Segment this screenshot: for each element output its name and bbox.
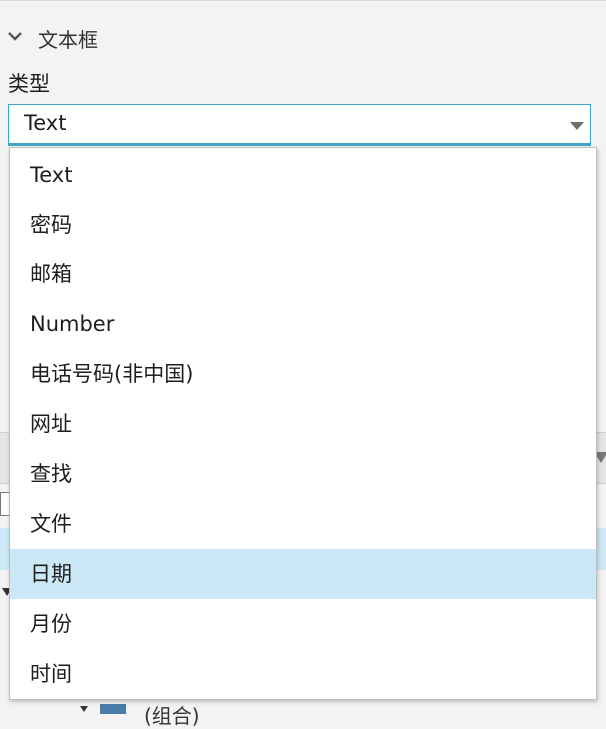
folder-icon (100, 704, 126, 714)
dropdown-arrow-icon[interactable] (570, 122, 584, 130)
option-email[interactable]: 邮箱 (10, 249, 596, 299)
option-date[interactable]: 日期 (10, 549, 596, 599)
option-time[interactable]: 时间 (10, 649, 596, 699)
option-text[interactable]: Text (10, 150, 596, 200)
section-title: 文本框 (38, 28, 98, 52)
group-expand-caret-icon[interactable] (80, 706, 88, 712)
type-dropdown-list[interactable]: Text 密码 邮箱 Number 电话号码(非中国) 网址 查找 文件 日期 … (9, 147, 597, 700)
option-phone[interactable]: 电话号码(非中国) (10, 349, 596, 399)
section-header-textbox[interactable]: 文本框 (0, 18, 606, 52)
select-focus-underline (8, 143, 591, 146)
option-number[interactable]: Number (10, 299, 596, 349)
option-month[interactable]: 月份 (10, 599, 596, 649)
option-password[interactable]: 密码 (10, 200, 596, 250)
option-url[interactable]: 网址 (10, 399, 596, 449)
top-divider (0, 0, 606, 1)
chevron-down-icon[interactable] (7, 30, 23, 42)
option-file[interactable]: 文件 (10, 499, 596, 549)
group-label[interactable]: (组合) (144, 700, 200, 729)
type-label: 类型 (8, 72, 50, 96)
type-select[interactable]: Text (8, 104, 591, 144)
option-search[interactable]: 查找 (10, 449, 596, 499)
type-select-value: Text (24, 111, 67, 135)
